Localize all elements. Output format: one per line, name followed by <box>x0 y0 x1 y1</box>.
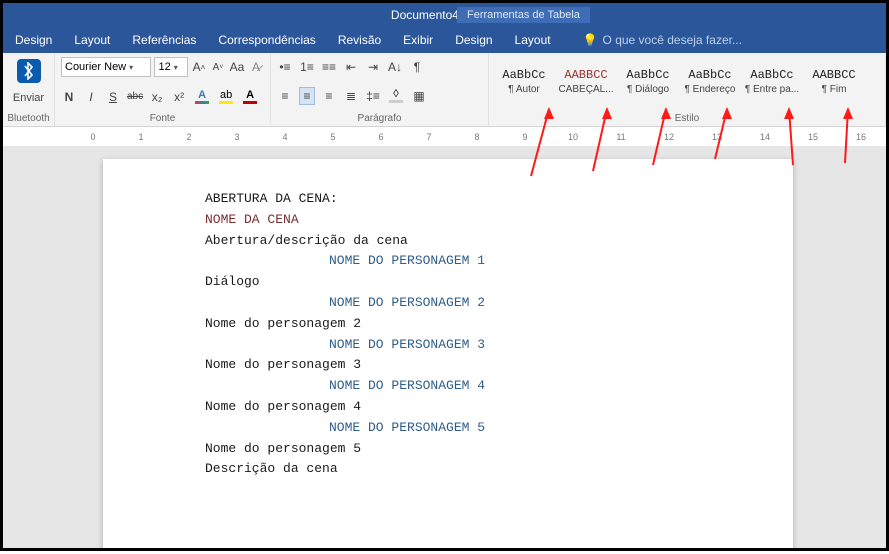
tell-me-box[interactable]: 💡 O que você deseja fazer... <box>583 33 742 47</box>
tab-review[interactable]: Revisão <box>338 33 381 47</box>
document-page: ABERTURA DA CENA:NOME DA CENAAbertura/de… <box>103 159 793 548</box>
group-label-paragraph: Parágrafo <box>277 113 482 125</box>
style-dilogo[interactable]: AaBbCc ¶ Diálogo <box>617 55 679 107</box>
style-fim[interactable]: AABBCC ¶ Fim <box>803 55 865 107</box>
bluetooth-send-label[interactable]: Enviar <box>13 92 44 104</box>
group-styles: AaBbCc ¶ Autor AABBCC CABEÇAL... AaBbCc ¶ Diá… <box>489 53 886 126</box>
subscript-button[interactable]: x₂ <box>149 88 165 106</box>
tab-table-design[interactable]: Design <box>455 33 492 47</box>
style-name: ¶ Diálogo <box>627 84 669 95</box>
change-case-button[interactable]: Aa <box>229 58 245 76</box>
doc-line[interactable]: Nome do personagem 5 <box>205 439 793 460</box>
underline-button[interactable]: S <box>105 88 121 106</box>
group-label-font: Fonte <box>61 113 264 125</box>
doc-line[interactable]: ABERTURA DA CENA: <box>205 189 793 210</box>
doc-line[interactable]: NOME DO PERSONAGEM 2 <box>329 293 793 314</box>
style-name: ¶ Entre pa... <box>745 84 799 95</box>
multilevel-list-button[interactable]: ≡≡ <box>321 58 337 76</box>
font-color-button[interactable]: A <box>241 89 259 104</box>
line-spacing-button[interactable]: ‡≡ <box>365 87 381 105</box>
grow-font-button[interactable]: A˄ <box>191 58 207 76</box>
tab-layout[interactable]: Layout <box>74 33 110 47</box>
tab-design[interactable]: Design <box>15 33 52 47</box>
doc-line[interactable]: Diálogo <box>205 272 793 293</box>
doc-line[interactable]: Abertura/descrição da cena <box>205 231 793 252</box>
superscript-button[interactable]: x² <box>171 88 187 106</box>
shading-button[interactable]: ◊ <box>387 88 405 103</box>
style-name: ¶ Autor <box>508 84 540 95</box>
increase-indent-button[interactable]: ⇥ <box>365 58 381 76</box>
style-endereo[interactable]: AaBbCc ¶ Endereço <box>679 55 741 107</box>
tab-references[interactable]: Referências <box>132 33 196 47</box>
group-label-bluetooth: Bluetooth <box>7 113 49 125</box>
style-sample: AaBbCc <box>750 68 793 82</box>
ribbon-tabs: Design Layout Referências Correspondênci… <box>3 27 886 53</box>
ribbon: Enviar Bluetooth Courier New▾ 12▾ A˄ A˅ … <box>3 53 886 127</box>
style-sample: AaBbCc <box>626 68 669 82</box>
clear-format-button[interactable]: A̷ <box>248 58 264 76</box>
title-bar: Documento4 - Word Ferramentas de Tabela <box>3 3 886 27</box>
style-sample: AaBbCc <box>502 68 545 82</box>
highlight-button[interactable]: ab <box>217 89 235 104</box>
borders-button[interactable]: ▦ <box>411 87 427 105</box>
doc-line[interactable]: Nome do personagem 4 <box>205 397 793 418</box>
doc-line[interactable]: NOME DO PERSONAGEM 4 <box>329 376 793 397</box>
number-list-button[interactable]: 1≡ <box>299 58 315 76</box>
font-name-combo[interactable]: Courier New▾ <box>61 57 151 77</box>
style-autor[interactable]: AaBbCc ¶ Autor <box>493 55 555 107</box>
group-bluetooth: Enviar Bluetooth <box>3 53 55 126</box>
contextual-tab-label: Ferramentas de Tabela <box>457 7 590 23</box>
doc-line[interactable]: Descrição da cena <box>205 459 793 480</box>
document-viewport[interactable]: ABERTURA DA CENA:NOME DA CENAAbertura/de… <box>3 147 886 548</box>
tell-me-placeholder: O que você deseja fazer... <box>603 33 742 47</box>
tab-view[interactable]: Exibir <box>403 33 433 47</box>
style-name: ¶ Endereço <box>685 84 736 95</box>
justify-button[interactable]: ≣ <box>343 87 359 105</box>
doc-line[interactable]: NOME DO PERSONAGEM 1 <box>329 251 793 272</box>
align-center-button[interactable]: ≡ <box>299 87 315 105</box>
style-name: ¶ Fim <box>822 84 847 95</box>
bluetooth-icon[interactable] <box>17 59 41 83</box>
style-name: CABEÇAL... <box>558 84 613 95</box>
lightbulb-icon: 💡 <box>583 33 598 47</box>
show-marks-button[interactable]: ¶ <box>409 58 425 76</box>
style-sample: AABBCC <box>812 68 855 82</box>
group-font: Courier New▾ 12▾ A˄ A˅ Aa A̷ N I S abc x… <box>55 53 271 126</box>
align-right-button[interactable]: ≡ <box>321 87 337 105</box>
doc-line[interactable]: NOME DA CENA <box>205 210 793 231</box>
font-size-combo[interactable]: 12▾ <box>154 57 188 77</box>
bullet-list-button[interactable]: •≡ <box>277 58 293 76</box>
group-label-styles: Estilo <box>493 113 881 125</box>
style-cabeal[interactable]: AABBCC CABEÇAL... <box>555 55 617 107</box>
window-title: Documento4 - Word <box>3 8 886 22</box>
text-effects-button[interactable]: A <box>193 89 211 104</box>
tab-mailings[interactable]: Correspondências <box>218 33 315 47</box>
style-entrepa[interactable]: AaBbCc ¶ Entre pa... <box>741 55 803 107</box>
horizontal-ruler[interactable]: 0123456789101112131415161718 <box>3 127 886 147</box>
strike-button[interactable]: abc <box>127 88 143 106</box>
shrink-font-button[interactable]: A˅ <box>210 58 226 76</box>
bold-button[interactable]: N <box>61 88 77 106</box>
tab-table-layout[interactable]: Layout <box>515 33 551 47</box>
doc-line[interactable]: Nome do personagem 3 <box>205 355 793 376</box>
style-sample: AaBbCc <box>688 68 731 82</box>
sort-button[interactable]: A↓ <box>387 58 403 76</box>
doc-line[interactable]: NOME DO PERSONAGEM 5 <box>329 418 793 439</box>
decrease-indent-button[interactable]: ⇤ <box>343 58 359 76</box>
align-left-button[interactable]: ≡ <box>277 87 293 105</box>
group-paragraph: •≡ 1≡ ≡≡ ⇤ ⇥ A↓ ¶ ≡ ≡ ≡ ≣ ‡≡ ◊ ▦ Parágra… <box>271 53 489 126</box>
style-sample: AABBCC <box>564 68 607 82</box>
doc-line[interactable]: Nome do personagem 2 <box>205 314 793 335</box>
doc-line[interactable]: NOME DO PERSONAGEM 3 <box>329 335 793 356</box>
italic-button[interactable]: I <box>83 88 99 106</box>
